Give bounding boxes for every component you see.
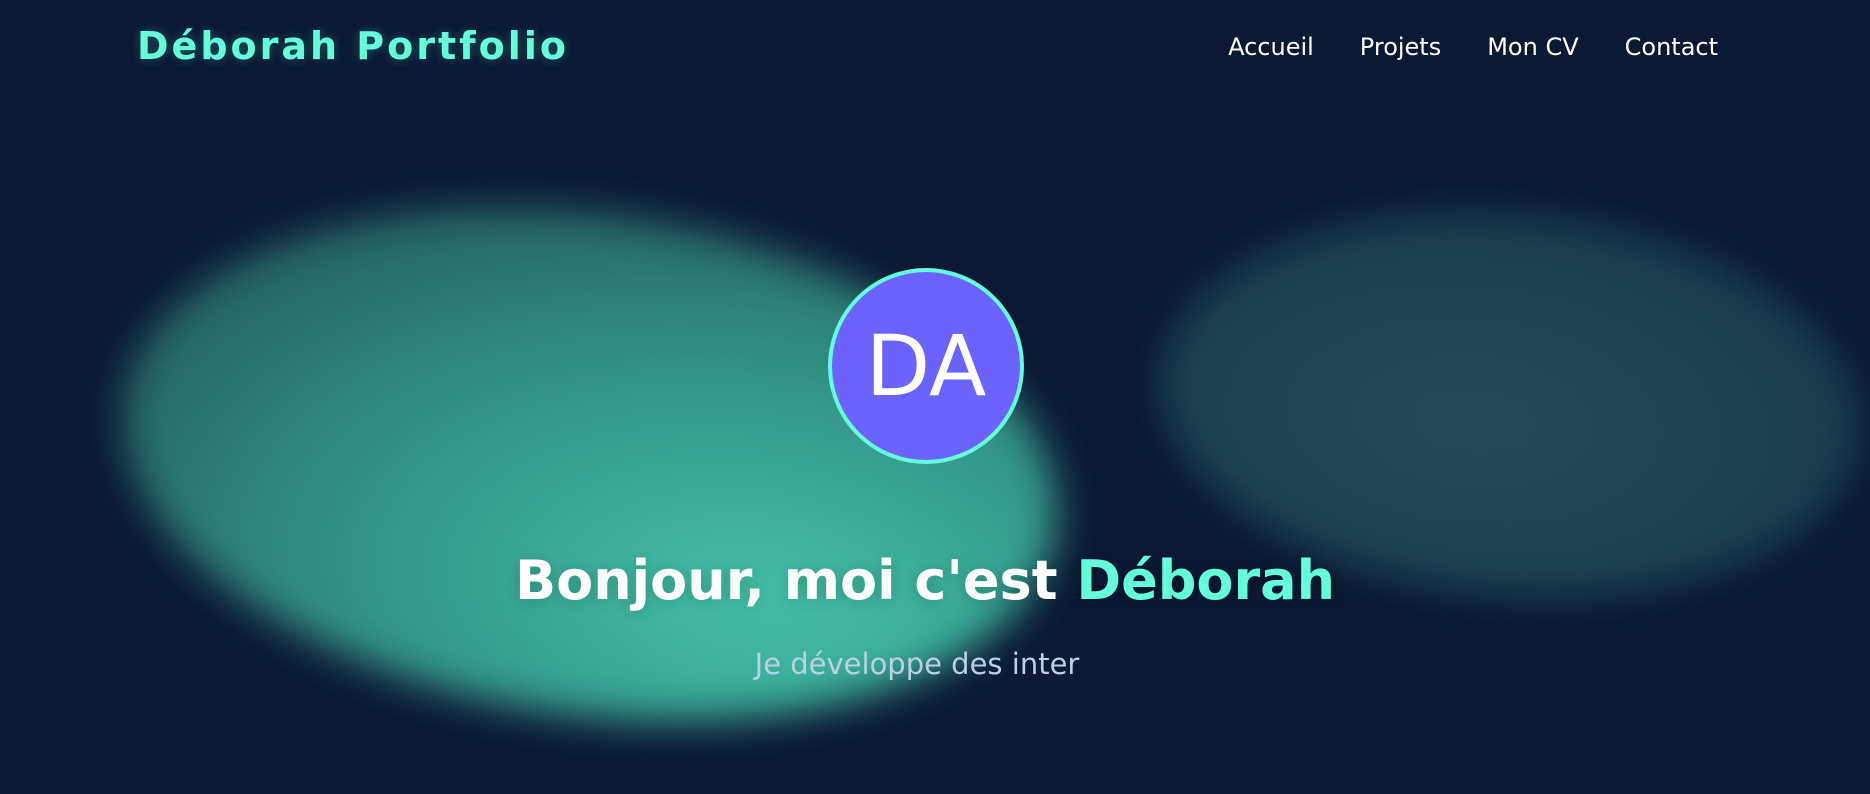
nav-link-accueil[interactable]: Accueil (1228, 33, 1314, 61)
avatar-initials: DA (865, 317, 987, 415)
nav-link-contact[interactable]: Contact (1625, 33, 1718, 61)
hero-subtitle: Je développe des inter (754, 647, 1080, 681)
hero-title-name: Déborah (1076, 549, 1336, 613)
avatar: DA (828, 268, 1024, 464)
site-logo[interactable]: Déborah Portfolio (137, 24, 569, 68)
nav-link-mon-cv[interactable]: Mon CV (1487, 33, 1578, 61)
primary-navigation: Accueil Projets Mon CV Contact (1228, 33, 1718, 61)
background-glow-left (89, 152, 1091, 778)
hero-title: Bonjour, moi c'est Déborah (0, 550, 1850, 612)
hero-title-prefix: Bonjour, moi c'est (514, 549, 1077, 613)
navbar: Déborah Portfolio Accueil Projets Mon CV… (0, 0, 1870, 100)
nav-link-projets[interactable]: Projets (1360, 33, 1441, 61)
